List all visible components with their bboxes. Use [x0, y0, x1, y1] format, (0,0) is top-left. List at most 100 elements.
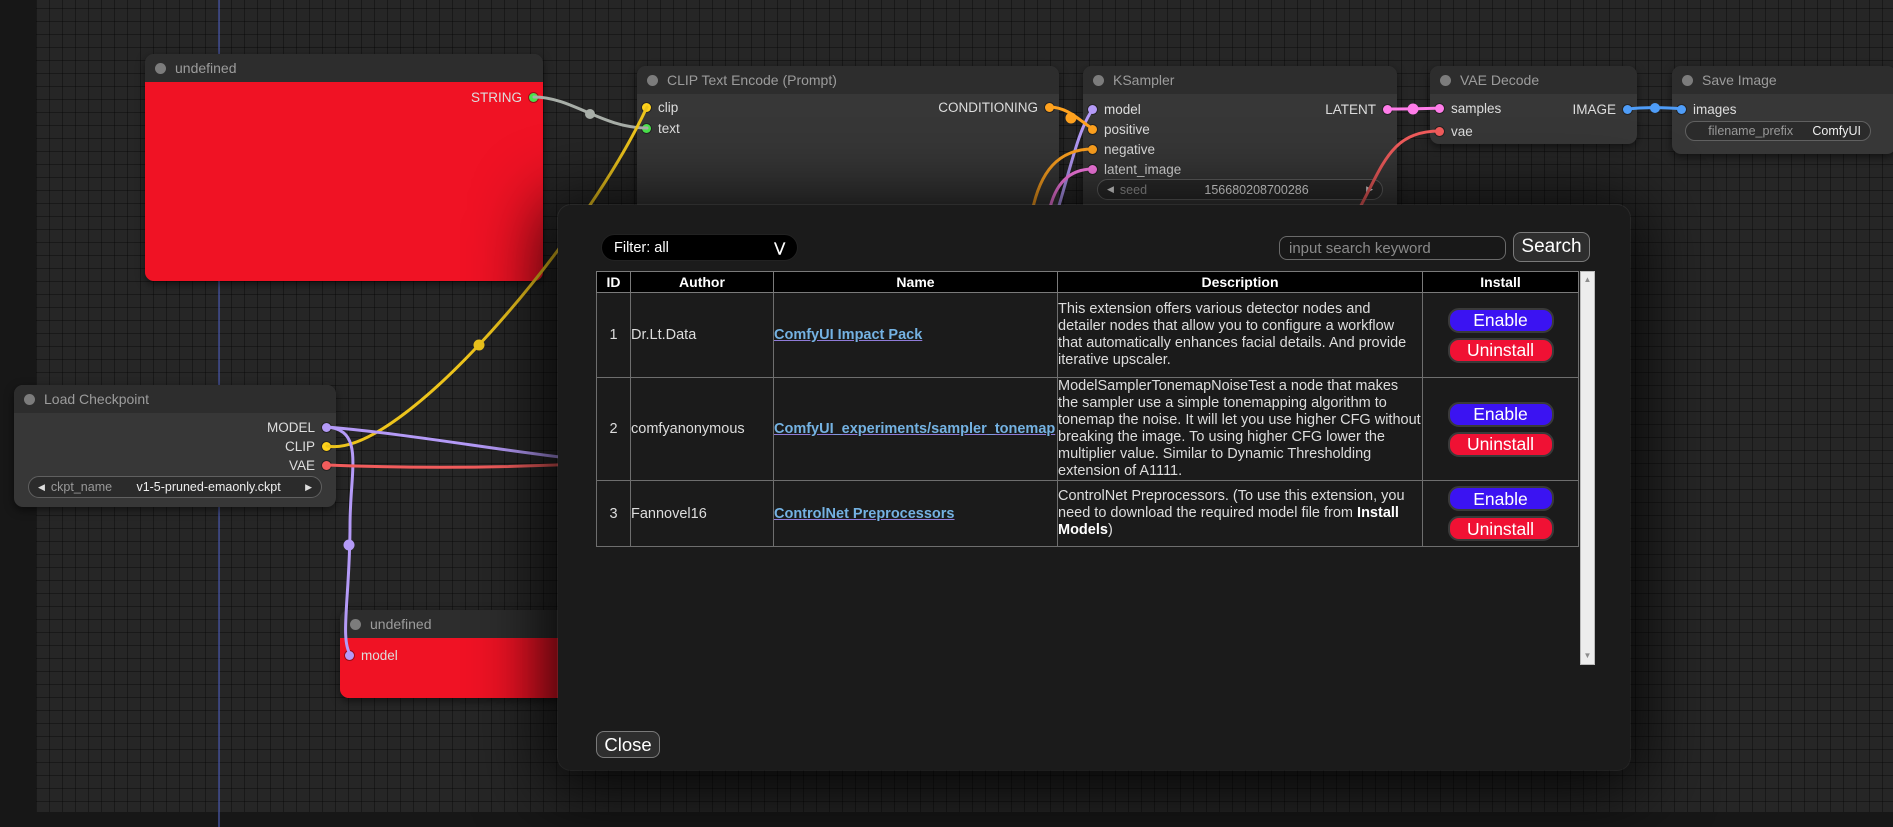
uninstall-button[interactable]: Uninstall — [1448, 338, 1554, 363]
images-input-dot[interactable] — [1677, 105, 1686, 114]
input-slot-positive[interactable]: positive — [1088, 120, 1150, 138]
text-input-dot[interactable] — [642, 124, 651, 133]
uninstall-button[interactable]: Uninstall — [1448, 432, 1554, 457]
widget-label: ckpt_name — [51, 480, 112, 494]
node-body — [145, 82, 543, 281]
search-button[interactable]: Search — [1513, 232, 1590, 262]
extension-link[interactable]: ControlNet Preprocessors — [774, 506, 955, 522]
input-slot-latent-image[interactable]: latent_image — [1088, 160, 1181, 178]
model-output-dot[interactable] — [322, 423, 331, 432]
positive-input-dot[interactable] — [1088, 125, 1097, 134]
node-collapse-dot[interactable] — [350, 619, 361, 630]
close-button[interactable]: Close — [596, 731, 660, 758]
input-slot-vae[interactable]: vae — [1435, 122, 1473, 140]
input-slot-clip[interactable]: clip — [642, 98, 678, 116]
node-clip-text-encode-prompt[interactable]: CLIP Text Encode (Prompt) clip text CONDITI… — [637, 66, 1059, 216]
node-undefined[interactable]: undefined model — [340, 610, 567, 698]
node-collapse-dot[interactable] — [647, 75, 658, 86]
node-vae-decode[interactable]: VAE Decode samples vae IMAGE — [1430, 66, 1637, 144]
latent-image-input-dot[interactable] — [1088, 165, 1097, 174]
widget-ckpt-name[interactable]: ◀ckpt_namev1-5-pruned-emaonly.ckpt▶ — [28, 476, 322, 498]
node-collapse-dot[interactable] — [155, 63, 166, 74]
extension-link[interactable]: ComfyUI Impact Pack — [774, 327, 922, 343]
widget-seed[interactable]: ◀seed156680208700286▶ — [1097, 179, 1383, 200]
input-slot-model[interactable]: model — [345, 646, 398, 664]
widget-filename-prefix[interactable]: filename_prefixComfyUI — [1685, 121, 1871, 141]
node-collapse-dot[interactable] — [1093, 75, 1104, 86]
scroll-down-icon[interactable]: ▼ — [1581, 651, 1594, 661]
clip-input-dot[interactable] — [642, 103, 651, 112]
chevron-down-icon: ⋁ — [774, 240, 785, 256]
output-slot-vae[interactable]: VAE — [289, 456, 331, 474]
arrow-left-icon[interactable]: ◀ — [38, 483, 45, 492]
column-header-install: Install — [1423, 272, 1579, 293]
cell-name: ComfyUI Impact Pack — [774, 293, 1058, 378]
column-header-author: Author — [631, 272, 774, 293]
output-slot-latent[interactable]: LATENT — [1325, 100, 1392, 118]
input-slot-images[interactable]: images — [1677, 100, 1737, 118]
filter-select[interactable]: Filter: all ⋁ — [601, 234, 798, 261]
output-slot-image[interactable]: IMAGE — [1572, 100, 1632, 118]
arrow-right-icon[interactable]: ▶ — [305, 483, 312, 492]
scroll-up-icon[interactable]: ▲ — [1581, 275, 1594, 285]
node-titlebar[interactable]: VAE Decode — [1430, 66, 1637, 94]
table-row: 3Fannovel16ControlNet PreprocessorsContr… — [597, 481, 1579, 547]
input-slot-negative[interactable]: negative — [1088, 140, 1155, 158]
slot-label: MODEL — [267, 420, 315, 435]
node-titlebar[interactable]: undefined — [340, 610, 567, 638]
node-title: undefined — [175, 60, 237, 76]
slot-label: model — [361, 648, 398, 663]
node-title: Load Checkpoint — [44, 391, 149, 407]
output-slot-model[interactable]: MODEL — [267, 418, 331, 436]
column-header-description: Description — [1058, 272, 1423, 293]
enable-button[interactable]: Enable — [1448, 486, 1554, 511]
input-slot-text[interactable]: text — [642, 119, 680, 137]
enable-button[interactable]: Enable — [1448, 402, 1554, 427]
node-save-image[interactable]: Save Image images filename_prefixComfyUI — [1672, 66, 1893, 154]
widget-label: filename_prefix — [1695, 124, 1806, 138]
slot-label: samples — [1451, 101, 1501, 116]
output-slot-string[interactable]: STRING — [471, 88, 538, 106]
slot-label: positive — [1104, 122, 1150, 137]
samples-input-dot[interactable] — [1435, 104, 1444, 113]
node-titlebar[interactable]: undefined — [145, 54, 543, 82]
slot-label: CONDITIONING — [938, 100, 1038, 115]
node-titlebar[interactable]: KSampler — [1083, 66, 1397, 94]
node-collapse-dot[interactable] — [1682, 75, 1693, 86]
node-titlebar[interactable]: Load Checkpoint — [14, 385, 336, 413]
slot-label: latent_image — [1104, 162, 1181, 177]
input-slot-samples[interactable]: samples — [1435, 99, 1501, 117]
search-input[interactable] — [1279, 236, 1506, 260]
conditioning-output-dot[interactable] — [1045, 103, 1054, 112]
uninstall-button[interactable]: Uninstall — [1448, 516, 1554, 541]
node-titlebar[interactable]: CLIP Text Encode (Prompt) — [637, 66, 1059, 94]
cell-author: Fannovel16 — [631, 481, 774, 547]
cell-description: This extension offers various detector n… — [1058, 293, 1423, 378]
node-collapse-dot[interactable] — [24, 394, 35, 405]
arrow-right-icon[interactable]: ▶ — [1366, 185, 1373, 194]
slot-label: IMAGE — [1572, 102, 1616, 117]
model-input-dot[interactable] — [345, 651, 354, 660]
node-collapse-dot[interactable] — [1440, 75, 1451, 86]
vae-input-dot[interactable] — [1435, 127, 1444, 136]
string-output-dot[interactable] — [529, 93, 538, 102]
node-ksampler[interactable]: KSampler model positive negative latent_imag… — [1083, 66, 1397, 216]
image-output-dot[interactable] — [1623, 105, 1632, 114]
output-slot-conditioning[interactable]: CONDITIONING — [938, 98, 1054, 116]
node-undefined[interactable]: undefined STRING — [145, 54, 543, 281]
node-titlebar[interactable]: Save Image — [1672, 66, 1893, 94]
vae-output-dot[interactable] — [322, 461, 331, 470]
enable-button[interactable]: Enable — [1448, 308, 1554, 333]
latent-output-dot[interactable] — [1383, 105, 1392, 114]
model-input-dot[interactable] — [1088, 105, 1097, 114]
clip-output-dot[interactable] — [322, 442, 331, 451]
output-slot-clip[interactable]: CLIP — [285, 437, 331, 455]
node-load-checkpoint[interactable]: Load CheckpointMODELCLIPVAE◀ckpt_namev1-… — [14, 385, 336, 507]
negative-input-dot[interactable] — [1088, 145, 1097, 154]
cell-description: ModelSamplerTonemapNoiseTest a node that… — [1058, 378, 1423, 481]
arrow-left-icon[interactable]: ◀ — [1107, 185, 1114, 194]
input-slot-model[interactable]: model — [1088, 100, 1141, 118]
table-scrollbar[interactable]: ▲ ▼ — [1580, 271, 1595, 665]
slot-label: LATENT — [1325, 102, 1376, 117]
extension-link[interactable]: ComfyUI_experiments/sampler_tonemap — [774, 421, 1055, 437]
